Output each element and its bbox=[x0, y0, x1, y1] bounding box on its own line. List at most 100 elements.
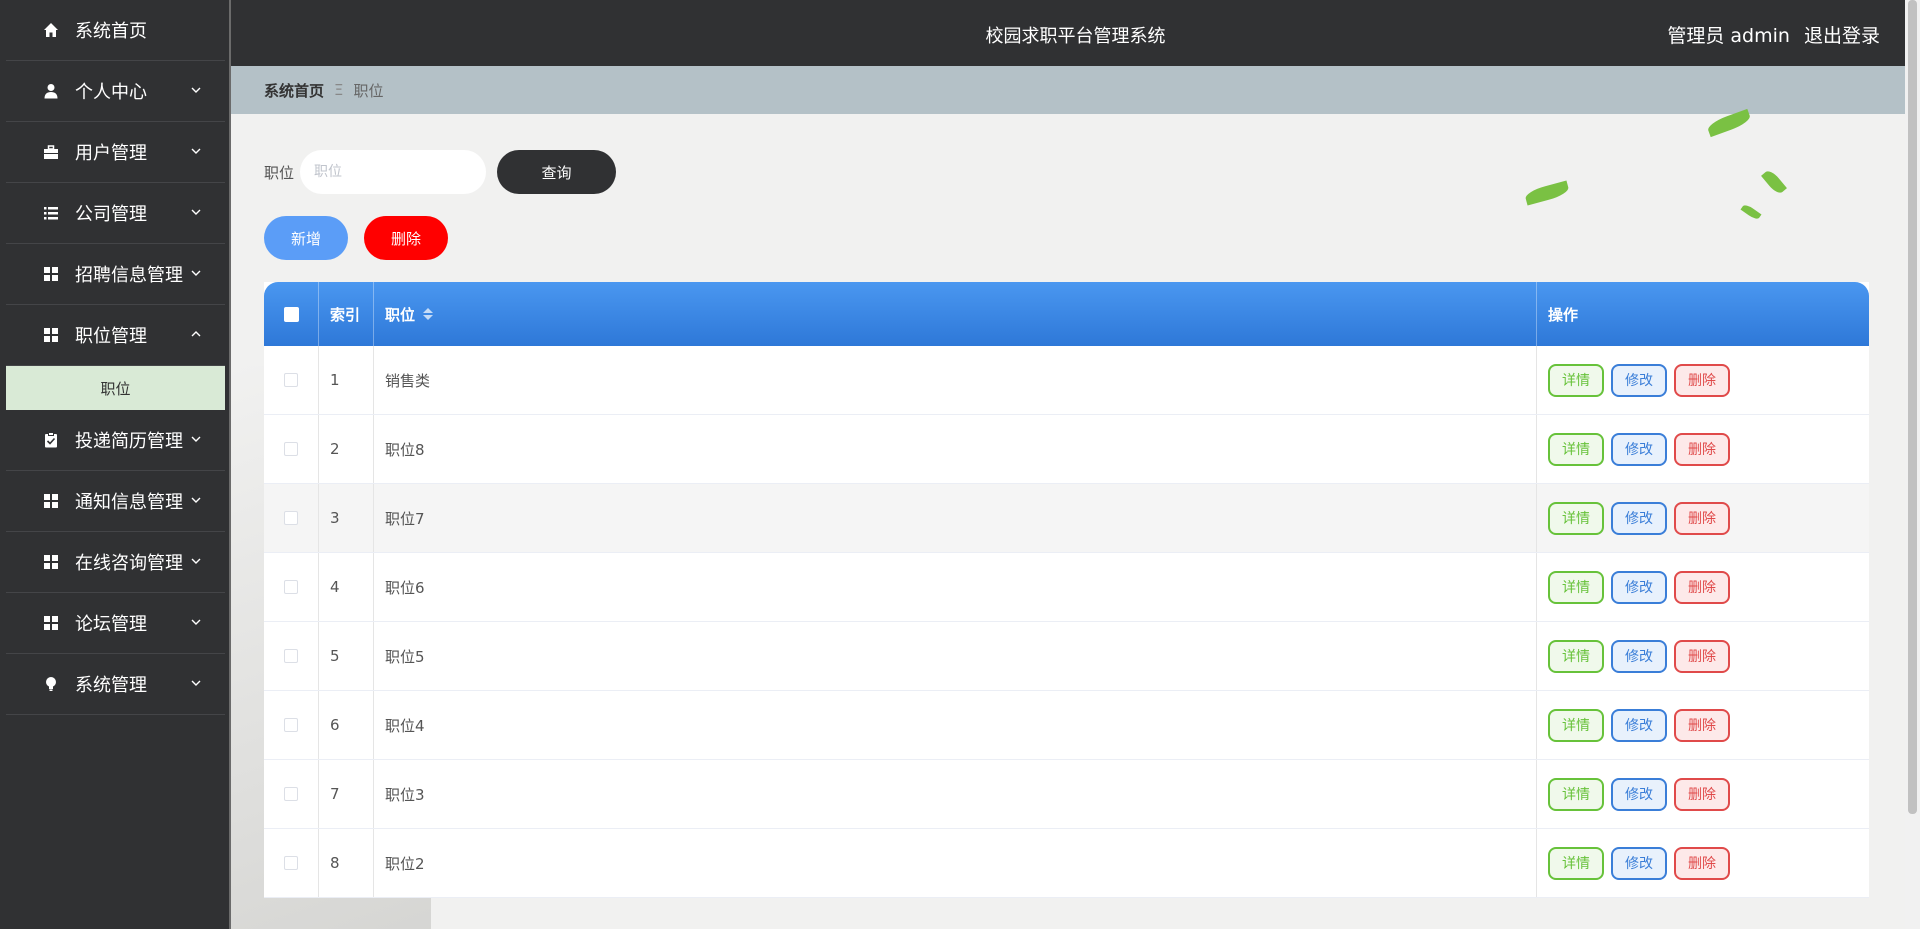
table-row: 8 职位2 详情 修改 删除 bbox=[264, 829, 1869, 898]
sidebar-item-label: 在线咨询管理 bbox=[75, 553, 183, 574]
scrollbar-thumb[interactable] bbox=[1908, 0, 1917, 814]
view-button[interactable]: 详情 bbox=[1548, 501, 1604, 535]
row-checkbox[interactable] bbox=[284, 511, 298, 525]
row-index: 8 bbox=[319, 829, 374, 897]
sidebar-item-recruitment[interactable]: 招聘信息管理 bbox=[6, 244, 225, 305]
row-position: 职位6 bbox=[374, 553, 1537, 621]
edit-button[interactable]: 修改 bbox=[1611, 777, 1667, 811]
row-index: 2 bbox=[319, 415, 374, 483]
sidebar-item-system[interactable]: 系统管理 bbox=[6, 654, 225, 715]
row-checkbox[interactable] bbox=[284, 787, 298, 801]
clipboard-icon bbox=[41, 430, 61, 450]
sidebar-item-company[interactable]: 公司管理 bbox=[6, 183, 225, 244]
sidebar-item-users[interactable]: 用户管理 bbox=[6, 122, 225, 183]
sidebar-item-label: 公司管理 bbox=[75, 204, 147, 225]
row-checkbox[interactable] bbox=[284, 718, 298, 732]
leaf-decoration bbox=[1761, 168, 1787, 196]
grid-icon bbox=[41, 325, 61, 345]
sidebar-item-home[interactable]: 系统首页 bbox=[6, 0, 225, 61]
grid-icon bbox=[41, 613, 61, 633]
breadcrumb-current: 职位 bbox=[353, 81, 384, 100]
delete-button[interactable]: 删除 bbox=[1674, 639, 1730, 673]
delete-button[interactable]: 删除 bbox=[1674, 363, 1730, 397]
sidebar-item-label: 系统首页 bbox=[75, 21, 147, 42]
row-index: 5 bbox=[319, 622, 374, 690]
sidebar-item-label: 招聘信息管理 bbox=[75, 265, 183, 286]
edit-button[interactable]: 修改 bbox=[1611, 846, 1667, 880]
edit-button[interactable]: 修改 bbox=[1611, 708, 1667, 742]
edit-button[interactable]: 修改 bbox=[1611, 432, 1667, 466]
header-position[interactable]: 职位 bbox=[374, 282, 1537, 346]
view-button[interactable]: 详情 bbox=[1548, 708, 1604, 742]
delete-button[interactable]: 删除 bbox=[1674, 777, 1730, 811]
edit-button[interactable]: 修改 bbox=[1611, 501, 1667, 535]
user-label: 管理员 admin bbox=[1667, 25, 1790, 47]
row-position: 职位5 bbox=[374, 622, 1537, 690]
batch-delete-button[interactable]: 删除 bbox=[364, 216, 448, 260]
search-bar: 职位 查询 bbox=[264, 150, 617, 194]
chevron-down-icon bbox=[191, 209, 201, 215]
table-row: 7 职位3 详情 修改 删除 bbox=[264, 760, 1869, 829]
row-position: 职位8 bbox=[374, 415, 1537, 483]
view-button[interactable]: 详情 bbox=[1548, 570, 1604, 604]
row-position: 销售类 bbox=[374, 346, 1537, 414]
row-ops: 详情 修改 删除 bbox=[1537, 760, 1869, 828]
breadcrumb: 系统首页 Ξ 职位 bbox=[231, 66, 1905, 114]
header-position-label: 职位 bbox=[385, 305, 416, 324]
leaf-decoration bbox=[1740, 202, 1762, 222]
user-area: 管理员 admin 退出登录 bbox=[1667, 21, 1880, 48]
row-checkbox[interactable] bbox=[284, 373, 298, 387]
sidebar-item-notices[interactable]: 通知信息管理 bbox=[6, 471, 225, 532]
row-checkbox[interactable] bbox=[284, 649, 298, 663]
page-scrollbar[interactable] bbox=[1905, 0, 1920, 929]
delete-button[interactable]: 删除 bbox=[1674, 432, 1730, 466]
sidebar-item-personal[interactable]: 个人中心 bbox=[6, 61, 225, 122]
view-button[interactable]: 详情 bbox=[1548, 432, 1604, 466]
breadcrumb-home[interactable]: 系统首页 bbox=[264, 80, 324, 101]
chevron-down-icon bbox=[191, 148, 201, 154]
home-icon bbox=[41, 20, 61, 40]
row-ops: 详情 修改 删除 bbox=[1537, 691, 1869, 759]
sidebar-item-resumes[interactable]: 投递简历管理 bbox=[6, 410, 225, 471]
view-button[interactable]: 详情 bbox=[1548, 777, 1604, 811]
table-row: 4 职位6 详情 修改 删除 bbox=[264, 553, 1869, 622]
select-all-checkbox[interactable] bbox=[283, 306, 299, 322]
sidebar-item-label: 通知信息管理 bbox=[75, 492, 183, 513]
edit-button[interactable]: 修改 bbox=[1611, 363, 1667, 397]
sidebar-subitem-position[interactable]: 职位 bbox=[6, 366, 225, 410]
chevron-down-icon bbox=[191, 270, 201, 276]
position-search-input[interactable] bbox=[300, 150, 487, 194]
sidebar-item-label: 职位管理 bbox=[75, 326, 147, 347]
add-button[interactable]: 新增 bbox=[264, 216, 348, 260]
row-checkbox[interactable] bbox=[284, 856, 298, 870]
sort-icon[interactable] bbox=[423, 308, 434, 320]
delete-button[interactable]: 删除 bbox=[1674, 846, 1730, 880]
top-bar: 校园求职平台管理系统 管理员 admin 退出登录 bbox=[231, 0, 1920, 66]
delete-button[interactable]: 删除 bbox=[1674, 708, 1730, 742]
view-button[interactable]: 详情 bbox=[1548, 639, 1604, 673]
edit-button[interactable]: 修改 bbox=[1611, 570, 1667, 604]
delete-button[interactable]: 删除 bbox=[1674, 570, 1730, 604]
delete-button[interactable]: 删除 bbox=[1674, 501, 1730, 535]
row-checkbox[interactable] bbox=[284, 442, 298, 456]
table-header: 索引 职位 操作 bbox=[264, 282, 1869, 346]
chevron-down-icon bbox=[191, 680, 201, 686]
sidebar: 系统首页 个人中心 用户管理 公司管理 招聘信息管理 职位管理 职位 投递简历管… bbox=[0, 0, 231, 929]
sidebar-item-forum[interactable]: 论坛管理 bbox=[6, 593, 225, 654]
view-button[interactable]: 详情 bbox=[1548, 846, 1604, 880]
query-button[interactable]: 查询 bbox=[497, 150, 617, 194]
edit-button[interactable]: 修改 bbox=[1611, 639, 1667, 673]
bulb-icon bbox=[41, 674, 61, 694]
chevron-down-icon bbox=[191, 619, 201, 625]
chevron-down-icon bbox=[191, 497, 201, 503]
sidebar-item-positions[interactable]: 职位管理 bbox=[6, 305, 225, 366]
logout-link[interactable]: 退出登录 bbox=[1804, 25, 1880, 47]
sidebar-item-consult[interactable]: 在线咨询管理 bbox=[6, 532, 225, 593]
view-button[interactable]: 详情 bbox=[1548, 363, 1604, 397]
row-checkbox[interactable] bbox=[284, 580, 298, 594]
row-index: 1 bbox=[319, 346, 374, 414]
row-index: 6 bbox=[319, 691, 374, 759]
row-checkbox-cell bbox=[264, 760, 319, 828]
search-label: 职位 bbox=[264, 163, 295, 182]
leaf-decoration bbox=[1523, 180, 1571, 206]
